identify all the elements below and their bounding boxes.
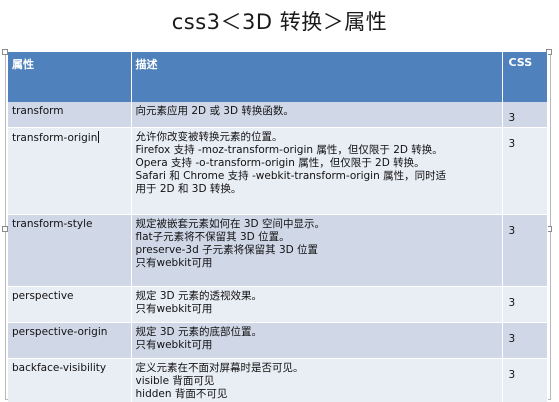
property-cell[interactable]: transform [8, 102, 132, 128]
description-line: 规定 3D 元素的底部位置。 [135, 326, 262, 338]
css-version-cell[interactable]: 3 [502, 214, 548, 287]
table-row: transform-style 规定被嵌套元素如何在 3D 空间中显示。 fla… [8, 214, 548, 287]
table-row: transform-origin 允许你改变被转换元素的位置。 Firefox … [8, 127, 548, 215]
properties-table[interactable]: 属性 描述 CSS transform 向元素应用 2D 或 3D 转换函数。 … [8, 52, 548, 402]
css-version-cell[interactable]: 3 [502, 286, 548, 323]
header-property[interactable]: 属性 [8, 52, 132, 102]
description-line: 只有webkit可用 [135, 303, 213, 315]
table-header-row: 属性 描述 CSS [8, 52, 548, 102]
description-line: visible 背面可见 [135, 375, 215, 387]
property-cell[interactable]: backface-visibility [8, 358, 132, 402]
description-line: preserve-3d 子元素将保留其 3D 位置 [135, 244, 319, 256]
property-cell[interactable]: transform-origin [8, 127, 132, 215]
table-row: perspective 规定 3D 元素的透视效果。 只有webkit可用 3 [8, 286, 548, 323]
property-text: transform-origin [12, 132, 98, 144]
header-css[interactable]: CSS [502, 52, 548, 102]
slide-title[interactable]: css3＜3D 转换＞属性 [0, 6, 559, 36]
description-cell[interactable]: 允许你改变被转换元素的位置。 Firefox 支持 -moz-transform… [131, 127, 503, 215]
description-line: hidden 背面不可见 [135, 388, 228, 400]
property-cell[interactable]: transform-style [8, 214, 132, 287]
description-line: 允许你改变被转换元素的位置。 [135, 131, 283, 143]
description-line: Opera 支持 -o-transform-origin 属性，但仅限于 2D … [135, 157, 425, 169]
description-line: 用于 2D 和 3D 转换。 [135, 183, 242, 195]
table-row: backface-visibility 定义元素在不面对屏幕时是否可见。 vis… [8, 358, 548, 402]
description-line: 只有webkit可用 [135, 339, 213, 351]
description-line: 向元素应用 2D 或 3D 转换函数。 [135, 105, 294, 117]
css-version-cell[interactable]: 3 [502, 102, 548, 128]
description-line: 定义元素在不面对屏幕时是否可见。 [135, 362, 304, 374]
slide: css3＜3D 转换＞属性 属性 描述 CSS transform 向元素应用 … [0, 0, 559, 402]
description-line: flat子元素将不保留其 3D 位置。 [135, 231, 290, 243]
header-description[interactable]: 描述 [131, 52, 503, 102]
description-cell[interactable]: 规定 3D 元素的底部位置。 只有webkit可用 [131, 322, 503, 359]
description-line: Safari 和 Chrome 支持 -webkit-transform-ori… [135, 170, 447, 182]
property-cell[interactable]: perspective-origin [8, 322, 132, 359]
property-cell[interactable]: perspective [8, 286, 132, 323]
description-cell[interactable]: 规定 3D 元素的透视效果。 只有webkit可用 [131, 286, 503, 323]
css-version-cell[interactable]: 3 [502, 358, 548, 402]
description-line: 只有webkit可用 [135, 257, 213, 269]
description-cell[interactable]: 向元素应用 2D 或 3D 转换函数。 [131, 102, 503, 128]
css-version-cell[interactable]: 3 [502, 127, 548, 215]
css-version-cell[interactable]: 3 [502, 322, 548, 359]
description-line: Firefox 支持 -moz-transform-origin 属性，但仅限于… [135, 144, 443, 156]
description-cell[interactable]: 规定被嵌套元素如何在 3D 空间中显示。 flat子元素将不保留其 3D 位置。… [131, 214, 503, 287]
description-cell[interactable]: 定义元素在不面对屏幕时是否可见。 visible 背面可见 hidden 背面不… [131, 358, 503, 402]
description-line: 规定被嵌套元素如何在 3D 空间中显示。 [135, 218, 325, 230]
description-line: 规定 3D 元素的透视效果。 [135, 290, 262, 302]
table-row: transform 向元素应用 2D 或 3D 转换函数。 3 [8, 102, 548, 128]
table-row: perspective-origin 规定 3D 元素的底部位置。 只有webk… [8, 322, 548, 359]
text-cursor [98, 131, 100, 143]
